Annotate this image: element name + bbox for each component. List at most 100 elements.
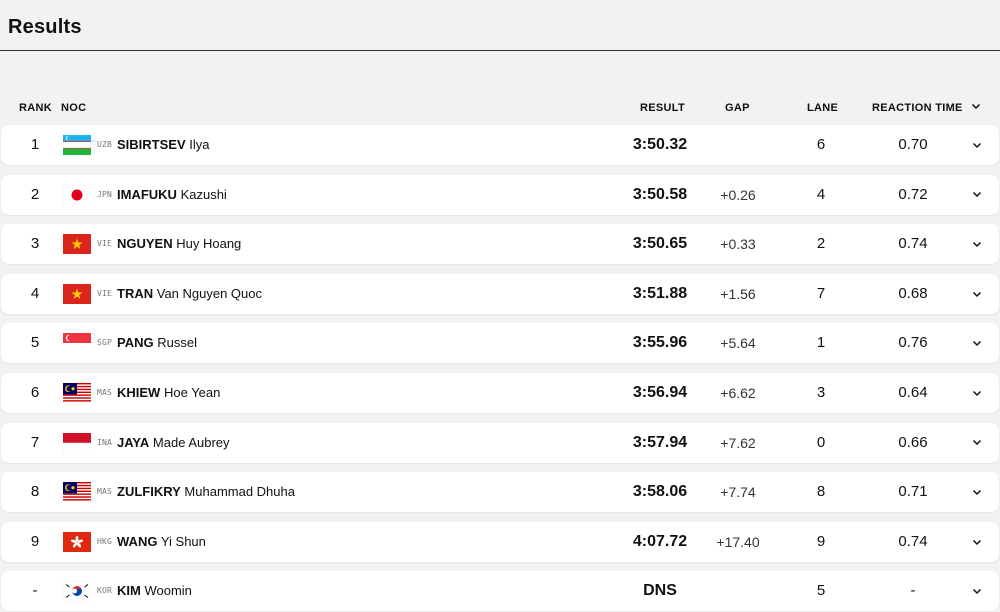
athlete-name[interactable]: IMAFUKU Kazushi	[117, 175, 227, 215]
table-row[interactable]: 1 UZB SIBIRTSEV Ilya 3:50.32 6 0.70	[1, 125, 999, 165]
gap-cell: +0.33	[720, 236, 756, 253]
reaction-time-cell: 0.70	[898, 136, 928, 153]
column-header-reaction-time: REACTION TIME	[872, 102, 963, 114]
athlete-first-name: Muhammad Dhuha	[184, 484, 295, 500]
rank-cell: 7	[30, 433, 40, 451]
athlete-last-name: KIM	[117, 583, 141, 599]
athlete-first-name: Ilya	[189, 137, 210, 152]
reaction-time-cell: 0.74	[898, 532, 928, 550]
sgp-flag-icon	[63, 333, 91, 354]
expand-all-chevron-icon[interactable]	[970, 100, 982, 112]
table-row[interactable]: 5 SGP PANG Russel 3:55.96 +5.64 1 0.76	[1, 323, 999, 364]
noc-code: MAS	[97, 487, 113, 497]
lane-cell: 6	[816, 136, 826, 153]
chevron-down-icon[interactable]	[970, 323, 984, 363]
reaction-time-cell: 0.68	[898, 284, 928, 302]
table-row[interactable]: 7 INA JAYA Made Aubrey 3:57.94 +7.62 0 0.66	[1, 422, 999, 463]
column-header-result: RESULT	[640, 102, 685, 114]
athlete-first-name: Van Nguyen Quoc	[156, 285, 263, 301]
reaction-time-cell: 0.66	[898, 433, 928, 451]
page-title: Results	[8, 16, 82, 38]
athlete-name[interactable]: PANG Russel	[117, 323, 197, 363]
athlete-first-name: Yi Shun	[160, 533, 206, 549]
chevron-down-icon[interactable]	[970, 224, 984, 264]
athlete-last-name: IMAFUKU	[117, 186, 177, 202]
chevron-down-icon[interactable]	[970, 274, 984, 314]
chevron-down-icon[interactable]	[970, 175, 984, 215]
athlete-name[interactable]: KIM Woomin	[117, 571, 192, 611]
athlete-last-name: TRAN	[117, 285, 154, 301]
gap-cell	[698, 125, 778, 165]
reaction-time-cell: 0.72	[898, 185, 928, 203]
noc-code: SGP	[97, 338, 113, 348]
reaction-time-cell: 0.71	[898, 483, 928, 501]
athlete-name[interactable]: JAYA Made Aubrey	[117, 423, 230, 463]
rank-cell: 1	[30, 136, 40, 153]
noc-code: KOR	[97, 586, 113, 596]
table-row[interactable]: 4 VIE TRAN Van Nguyen Quoc 3:51.88 +1.56 7 0.6…	[1, 273, 999, 314]
athlete-name[interactable]: WANG Yi Shun	[117, 522, 206, 562]
athlete-first-name: Kazushi	[180, 186, 227, 202]
column-header-gap: GAP	[725, 102, 750, 114]
column-header-rank: RANK	[19, 102, 52, 114]
gap-cell: +1.56	[720, 285, 756, 302]
gap-cell: +5.64	[720, 335, 756, 352]
gap-cell: +7.62	[720, 434, 756, 451]
athlete-last-name: WANG	[117, 533, 158, 549]
table-row[interactable]: 9 HKG WANG Yi Shun 4:07.72 +17.40 9 0.74	[1, 521, 999, 562]
results-header: Results	[0, 0, 1000, 51]
athlete-first-name: Made Aubrey	[152, 434, 230, 450]
reaction-time-cell: 0.74	[898, 235, 928, 253]
column-header-noc: NOC	[61, 102, 87, 114]
athlete-name[interactable]: TRAN Van Nguyen Quoc	[117, 274, 262, 314]
athlete-first-name: Huy Hoang	[176, 236, 242, 252]
chevron-down-icon[interactable]	[970, 522, 984, 562]
hkg-flag-icon	[63, 531, 91, 552]
lane-cell: 8	[816, 483, 826, 501]
gap-cell: +7.74	[720, 484, 756, 501]
chevron-down-icon[interactable]	[970, 373, 984, 413]
ina-flag-icon	[63, 432, 91, 453]
lane-cell: 4	[816, 185, 826, 203]
lane-cell: 1	[816, 334, 826, 352]
athlete-last-name: PANG	[117, 335, 154, 351]
athlete-last-name: SIBIRTSEV	[117, 137, 186, 152]
lane-cell: 2	[816, 235, 826, 253]
lane-cell: 3	[816, 384, 826, 401]
rank-cell: 6	[30, 384, 40, 401]
column-headers: RANK NOC RESULT GAP LANE REACTION TIME	[0, 98, 1000, 118]
athlete-name[interactable]: SIBIRTSEV Ilya	[117, 125, 209, 165]
athlete-name[interactable]: NGUYEN Huy Hoang	[117, 224, 241, 264]
athlete-first-name: Woomin	[144, 583, 192, 599]
athlete-name[interactable]: KHIEW Hoe Yean	[117, 373, 220, 413]
jpn-flag-icon	[63, 184, 91, 205]
athlete-last-name: KHIEW	[117, 385, 161, 400]
reaction-time-cell: 0.64	[898, 384, 928, 401]
table-row[interactable]: 8 MAS ZULFIKRY Muhammad Dhuha 3:58.06 +7.74 8…	[1, 472, 999, 513]
rank-cell: 9	[30, 532, 40, 550]
table-row[interactable]: - KOR KIM Woomin DNS 5-	[1, 571, 999, 612]
vie-flag-icon	[63, 283, 91, 304]
athlete-first-name: Russel	[157, 335, 197, 351]
vie-flag-icon	[63, 234, 91, 255]
athlete-last-name: JAYA	[117, 434, 150, 450]
rank-cell: 8	[30, 483, 40, 501]
table-row[interactable]: 2 JPN IMAFUKU Kazushi 3:50.58 +0.26 4 0.72	[1, 174, 999, 215]
noc-code: VIE	[97, 288, 113, 298]
kor-flag-icon	[63, 581, 91, 602]
noc-code: MAS	[97, 388, 113, 397]
gap-cell: +17.40	[716, 533, 760, 550]
chevron-down-icon[interactable]	[970, 423, 984, 463]
reaction-time-cell: -	[910, 582, 916, 600]
chevron-down-icon[interactable]	[970, 472, 984, 512]
chevron-down-icon[interactable]	[970, 125, 984, 165]
chevron-down-icon[interactable]	[970, 571, 984, 611]
noc-code: VIE	[97, 239, 113, 249]
noc-code: JPN	[97, 189, 113, 199]
athlete-name[interactable]: ZULFIKRY Muhammad Dhuha	[117, 472, 295, 512]
rank-cell: 3	[30, 235, 40, 253]
noc-code: INA	[97, 437, 113, 447]
mas-flag-icon	[63, 383, 91, 403]
table-row[interactable]: 3 VIE NGUYEN Huy Hoang 3:50.65 +0.33 2 0.74	[1, 224, 999, 265]
table-row[interactable]: 6 MAS KHIEW Hoe Yean 3:56.94 +6.62 3 0.64	[1, 373, 999, 413]
